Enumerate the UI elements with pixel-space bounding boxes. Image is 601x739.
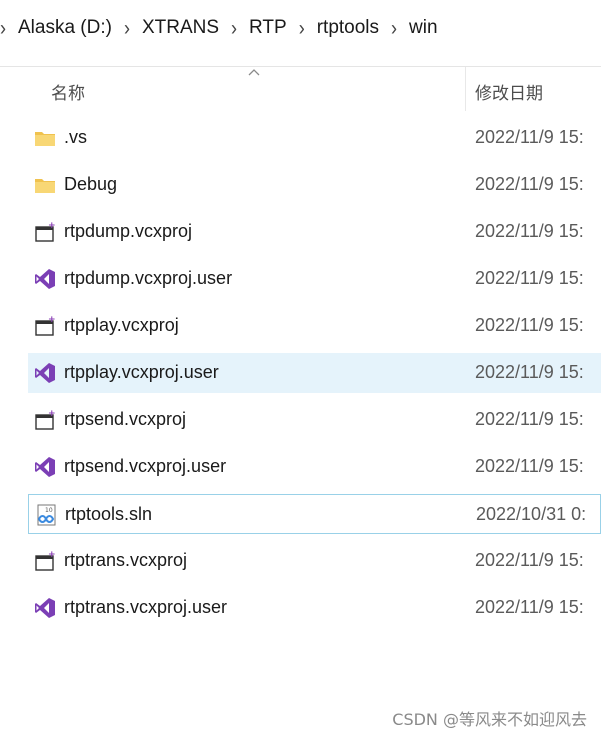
file-name: rtptools.sln — [65, 504, 153, 524]
file-modified-date: 2022/11/9 15: — [475, 127, 584, 147]
file-name: rtpplay.vcxproj.user — [64, 362, 219, 382]
breadcrumb-rtp[interactable]: RTP — [249, 17, 287, 39]
svg-text:++: ++ — [48, 221, 56, 231]
file-row[interactable]: rtpplay.vcxproj.user 2022/11/9 15: — [28, 353, 601, 393]
file-modified-date: 2022/10/31 0: — [476, 504, 587, 524]
file-row[interactable]: Debug 2022/11/9 15: — [28, 165, 601, 205]
column-resize-handle[interactable] — [465, 67, 466, 111]
svg-text:10: 10 — [45, 507, 53, 514]
file-modified-date: 2022/11/9 15: — [475, 456, 584, 476]
chevron-right-icon[interactable]: › — [124, 15, 130, 40]
file-name: rtpdump.vcxproj — [64, 221, 193, 241]
file-modified-date: 2022/11/9 15: — [475, 550, 584, 570]
file-name: Debug — [64, 174, 118, 194]
folder-icon — [34, 127, 56, 149]
visual-studio-icon — [34, 597, 56, 619]
file-row[interactable]: ++ rtpplay.vcxproj 2022/11/9 15: — [28, 306, 601, 346]
file-modified-date: 2022/11/9 15: — [475, 315, 584, 335]
vcxproj-icon: ++ — [34, 221, 63, 243]
file-row[interactable]: 10 rtptools.sln 2022/10/31 0: — [28, 494, 601, 534]
file-name: rtptrans.vcxproj — [64, 550, 188, 570]
svg-text:++: ++ — [48, 409, 56, 419]
column-header-name[interactable]: 名称 — [51, 79, 85, 104]
sln-icon: 10 — [35, 504, 57, 526]
file-name: rtpsend.vcxproj — [64, 409, 187, 429]
svg-text:++: ++ — [48, 550, 56, 560]
file-row[interactable]: .vs 2022/11/9 15: — [28, 118, 601, 158]
visual-studio-icon — [34, 268, 56, 290]
vcxproj-icon: ++ — [34, 550, 63, 572]
file-row[interactable]: rtptrans.vcxproj.user 2022/11/9 15: — [28, 588, 601, 628]
chevron-right-icon[interactable]: › — [299, 15, 305, 40]
vcxproj-icon: ++ — [34, 315, 63, 337]
file-row[interactable]: rtpdump.vcxproj.user 2022/11/9 15: — [28, 259, 601, 299]
file-name: .vs — [64, 127, 88, 147]
chevron-right-icon[interactable]: › — [391, 15, 397, 40]
file-modified-date: 2022/11/9 15: — [475, 221, 584, 241]
file-modified-date: 2022/11/9 15: — [475, 174, 584, 194]
breadcrumb-xtrans[interactable]: XTRANS — [142, 17, 219, 39]
visual-studio-icon — [34, 362, 56, 384]
breadcrumb-rtptools[interactable]: rtptools — [317, 17, 379, 39]
file-row[interactable]: ++ rtptrans.vcxproj 2022/11/9 15: — [28, 541, 601, 581]
breadcrumb-win[interactable]: win — [409, 17, 438, 39]
file-row[interactable]: rtpsend.vcxproj.user 2022/11/9 15: — [28, 447, 601, 487]
chevron-right-icon[interactable]: › — [0, 15, 6, 40]
file-modified-date: 2022/11/9 15: — [475, 362, 584, 382]
vcxproj-icon: ++ — [34, 409, 63, 431]
watermark: CSDN @等风来不如迎风去 — [392, 710, 587, 729]
breadcrumb: › Alaska (D:) › XTRANS › RTP › rtptools … — [0, 0, 601, 56]
column-header-date[interactable]: 修改日期 — [475, 79, 543, 104]
svg-text:++: ++ — [48, 315, 56, 325]
folder-icon — [34, 174, 56, 196]
breadcrumb-drive[interactable]: Alaska (D:) — [18, 17, 112, 39]
visual-studio-icon — [34, 456, 56, 478]
file-modified-date: 2022/11/9 15: — [475, 268, 584, 288]
file-name: rtpplay.vcxproj — [64, 315, 179, 335]
file-row[interactable]: ++ rtpsend.vcxproj 2022/11/9 15: — [28, 400, 601, 440]
file-name: rtpsend.vcxproj.user — [64, 456, 227, 476]
sort-ascending-icon — [248, 69, 260, 76]
file-name: rtptrans.vcxproj.user — [64, 597, 228, 617]
file-modified-date: 2022/11/9 15: — [475, 409, 584, 429]
file-row[interactable]: ++ rtpdump.vcxproj 2022/11/9 15: — [28, 212, 601, 252]
file-name: rtpdump.vcxproj.user — [64, 268, 233, 288]
column-header: 名称 修改日期 — [0, 67, 601, 111]
chevron-right-icon[interactable]: › — [231, 15, 237, 40]
file-modified-date: 2022/11/9 15: — [475, 597, 584, 617]
